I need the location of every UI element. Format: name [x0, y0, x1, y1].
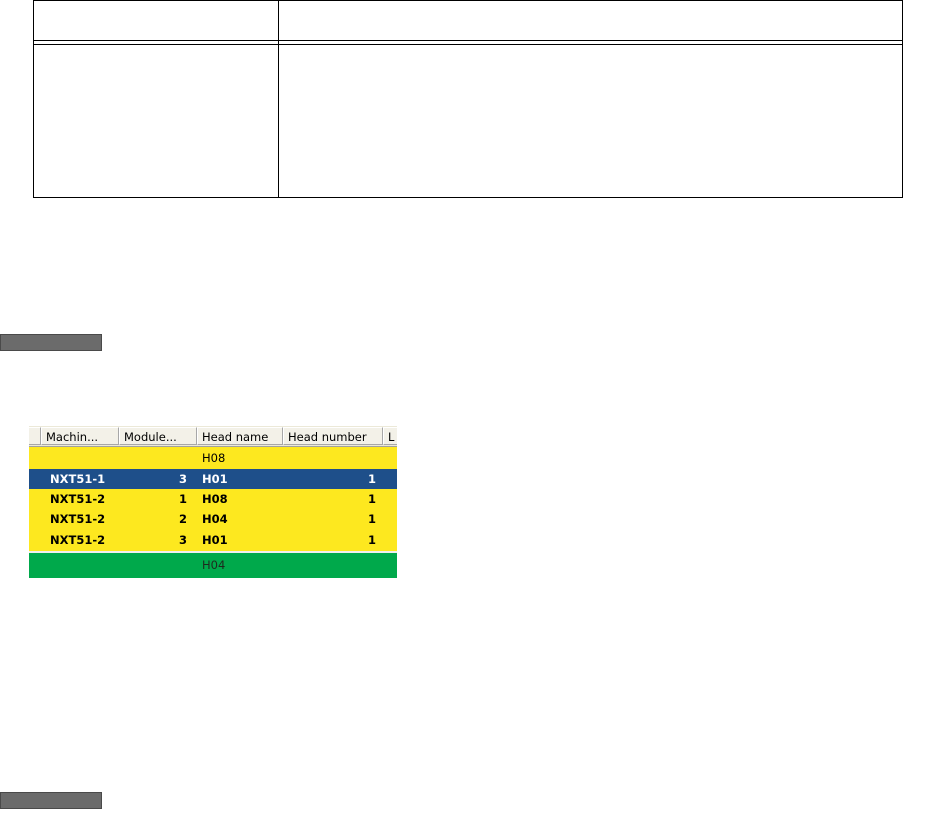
column-header-head-number[interactable]: Head number: [283, 427, 383, 445]
grid-header: Machin... Module... Head name Head numbe…: [29, 426, 397, 447]
table-row[interactable]: NXT51-1 3 H01 1: [29, 469, 397, 489]
column-header-l[interactable]: L: [383, 427, 397, 445]
module-cell: 3: [178, 533, 187, 547]
section-marker: [0, 792, 102, 809]
section-marker: [0, 334, 102, 351]
table-row[interactable]: NXT51-2 2 H04 1: [29, 509, 397, 529]
head-name-cell: H04: [202, 558, 226, 572]
head-name-cell: H04: [202, 512, 228, 526]
module-cell: [119, 553, 187, 578]
table-row[interactable]: H08: [29, 447, 397, 469]
head-number-cell: 1: [367, 512, 376, 526]
table-column-divider: [278, 1, 279, 197]
module-cell: [119, 447, 187, 469]
column-header-head-name[interactable]: Head name: [197, 427, 283, 445]
module-cell: 1: [178, 492, 187, 506]
machine-cell: NXT51-2: [50, 533, 106, 547]
module-cell: 2: [178, 512, 187, 526]
machine-cell: NXT51-2: [50, 492, 106, 506]
head-name-cell: H01: [202, 533, 228, 547]
table-row[interactable]: NXT51-2 1 H08 1: [29, 489, 397, 509]
machine-cell: NXT51-1: [50, 472, 106, 486]
head-number-cell: [284, 553, 376, 578]
head-number-cell: 1: [367, 533, 376, 547]
table-header-divider-double: [34, 44, 902, 45]
head-name-cell: H01: [202, 472, 228, 486]
head-number-cell: 1: [367, 472, 376, 486]
column-header-machine[interactable]: Machin...: [41, 427, 119, 445]
head-number-cell: 1: [367, 492, 376, 506]
empty-table: [33, 0, 903, 198]
column-header-module[interactable]: Module...: [119, 427, 197, 445]
head-name-cell: H08: [202, 451, 226, 465]
head-assignment-grid: Machin... Module... Head name Head numbe…: [29, 426, 397, 578]
head-name-cell: H08: [202, 492, 228, 506]
head-number-cell: [284, 447, 376, 469]
column-header-0[interactable]: [29, 427, 41, 445]
table-row[interactable]: NXT51-2 3 H01 1: [29, 529, 397, 551]
table-header-divider: [34, 40, 902, 41]
machine-cell: NXT51-2: [50, 512, 106, 526]
table-row[interactable]: H04: [29, 553, 397, 578]
module-cell: 3: [178, 472, 187, 486]
